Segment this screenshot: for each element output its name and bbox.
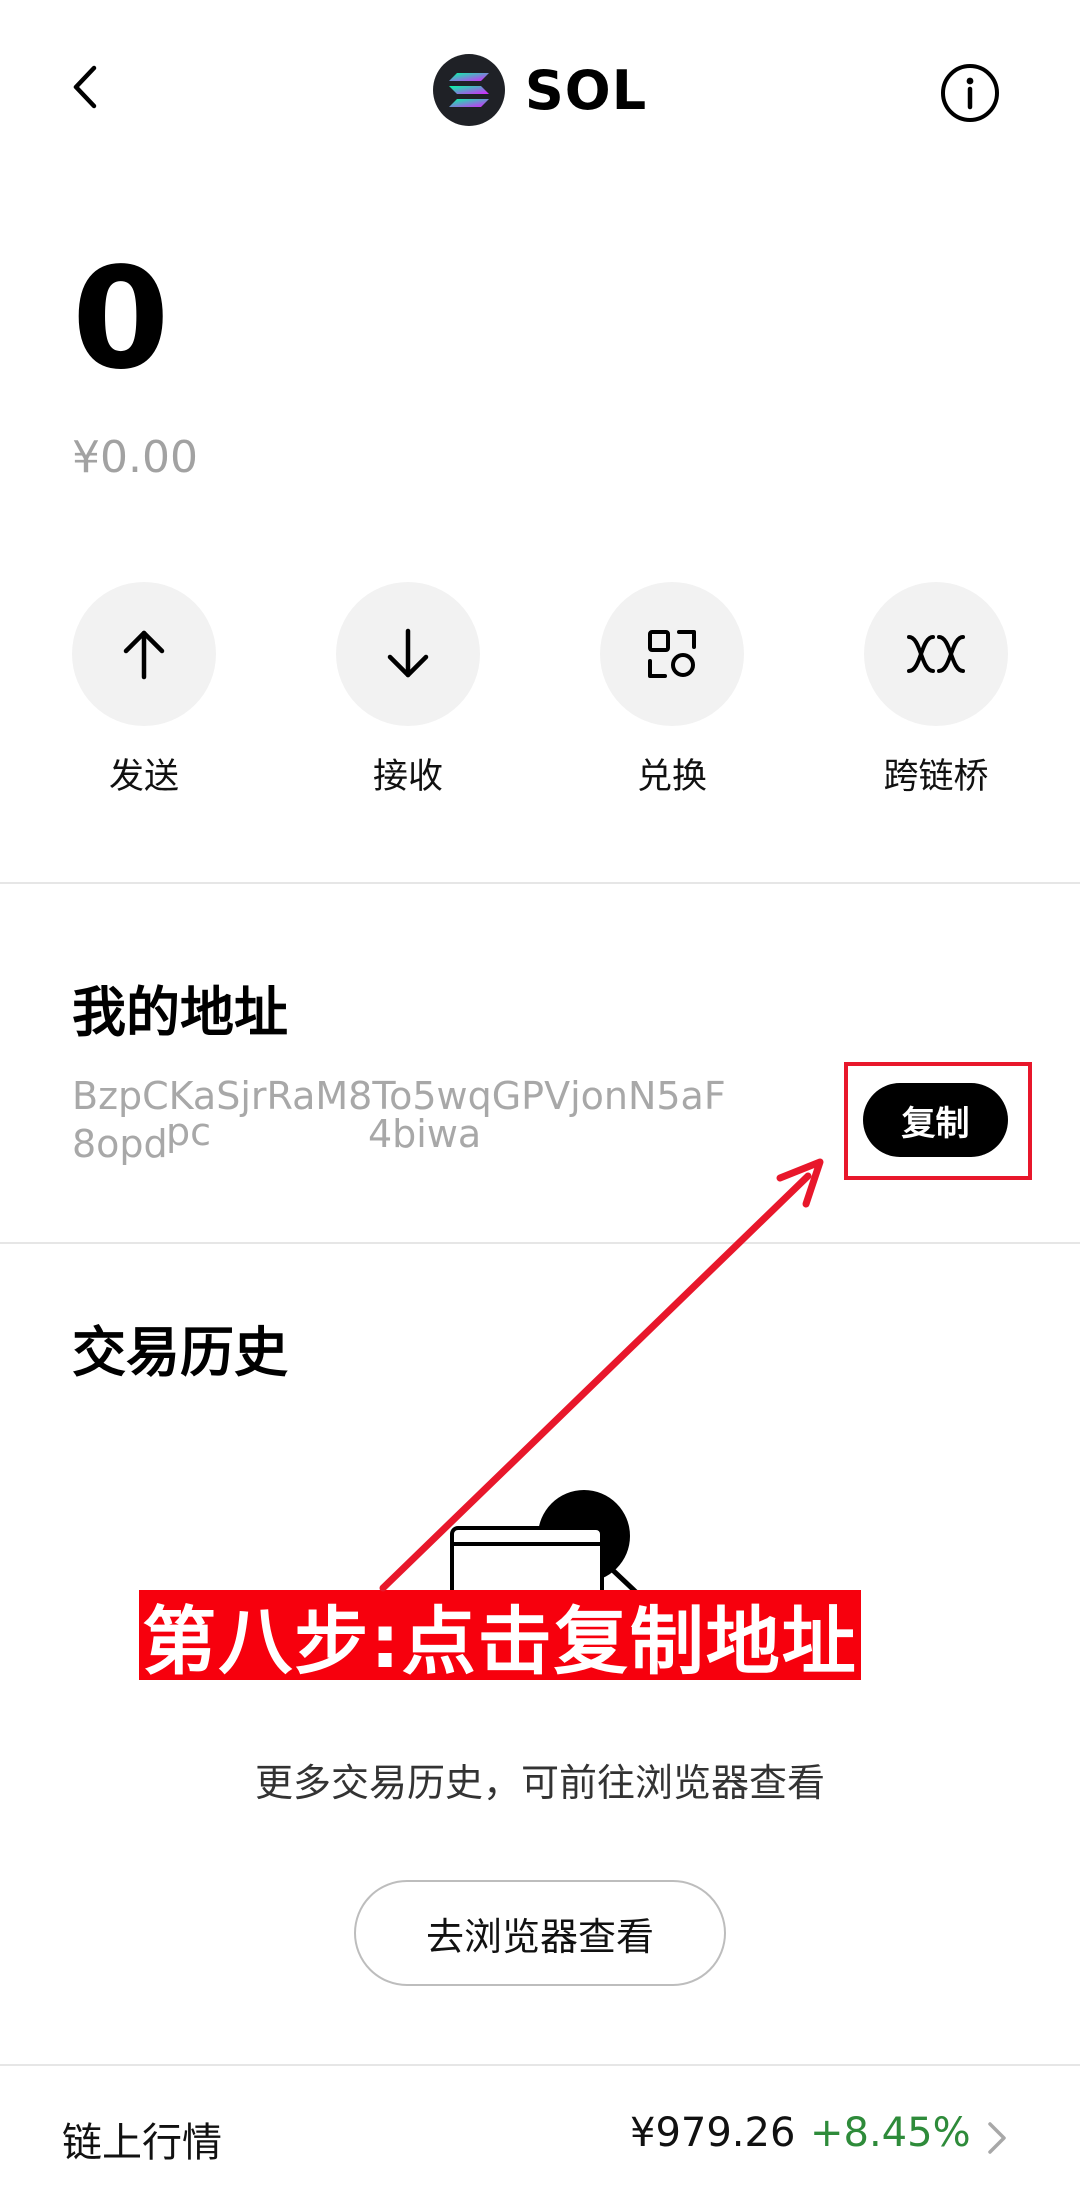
bridge-label: 跨链桥 xyxy=(883,757,989,797)
market-price: ¥979.26 xyxy=(630,2110,796,2156)
page-title: SOL xyxy=(524,58,648,122)
section-divider xyxy=(0,882,1080,884)
wallet-address-partial-a: pc xyxy=(166,1110,212,1154)
market-row[interactable]: 链上行情 ¥979.26 +8.45% xyxy=(0,2066,1080,2203)
swap-icon xyxy=(648,630,696,678)
address-section-title: 我的地址 xyxy=(72,981,288,1044)
wallet-address-line2: 8opd xyxy=(72,1122,168,1166)
info-circle-icon xyxy=(941,64,999,122)
arrow-up-icon xyxy=(123,630,165,680)
bridge-icon xyxy=(907,635,965,673)
balance-amount: 0 xyxy=(72,238,170,401)
solana-logo-icon xyxy=(432,54,505,126)
balance-fiat-value: ¥0.00 xyxy=(72,432,198,483)
chevron-left-icon xyxy=(73,65,97,109)
swap-button[interactable]: 兑换 xyxy=(597,582,747,799)
arrow-down-icon xyxy=(387,628,429,678)
history-section-title: 交易历史 xyxy=(72,1321,288,1384)
swap-label: 兑换 xyxy=(636,757,707,797)
coin-header: SOL xyxy=(0,52,1080,128)
section-divider xyxy=(0,1242,1080,1244)
chevron-right-icon xyxy=(988,2122,1006,2154)
market-label: 链上行情 xyxy=(62,2120,222,2166)
annotation-highlight-box xyxy=(844,1062,1032,1180)
receive-button[interactable]: 接收 xyxy=(333,582,483,799)
view-in-explorer-button[interactable]: 去浏览器查看 xyxy=(354,1880,726,1986)
history-hint-text: 更多交易历史，可前往浏览器查看 xyxy=(254,1761,825,1805)
wallet-address-partial-b: 4biwa xyxy=(368,1112,482,1156)
info-button[interactable] xyxy=(939,62,1001,124)
bridge-button[interactable]: 跨链桥 xyxy=(861,582,1011,799)
step-annotation-banner: 第八步:点击复制地址 xyxy=(139,1590,861,1685)
receive-label: 接收 xyxy=(372,757,443,797)
send-button[interactable]: 发送 xyxy=(69,582,219,799)
wallet-address: BzpCKaSjrRaM8To5wqGPVjonN5aF 8opd pc 4bi… xyxy=(72,1072,772,1168)
market-change: +8.45% xyxy=(810,2110,971,2156)
send-label: 发送 xyxy=(108,757,179,797)
back-button[interactable] xyxy=(58,60,112,114)
